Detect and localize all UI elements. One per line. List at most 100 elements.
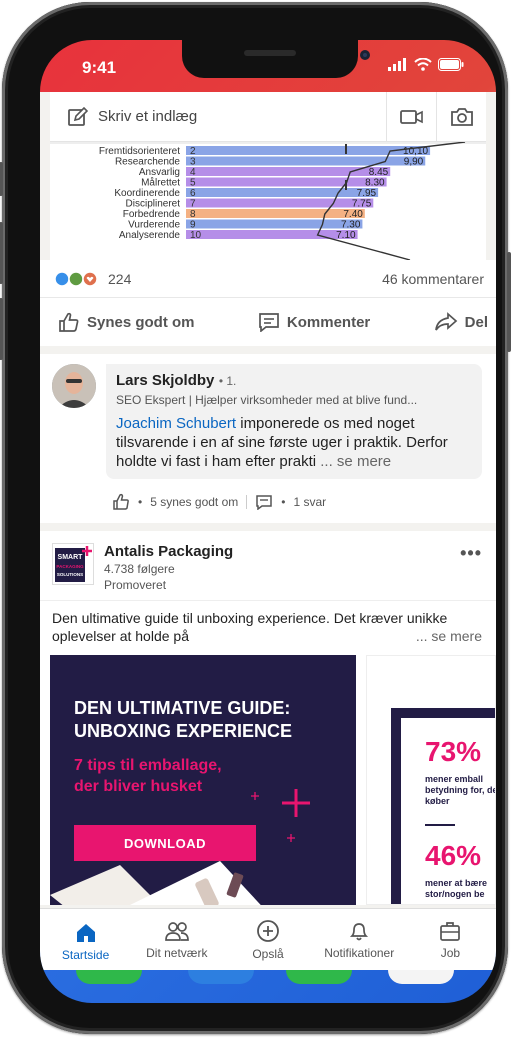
comment-replies[interactable]: 1 svar [293, 495, 326, 509]
comment-button[interactable]: Kommenter [258, 312, 370, 332]
share-button[interactable]: Del [434, 312, 488, 332]
mute-switch [0, 162, 3, 196]
see-more-link[interactable]: ... se mere [416, 627, 482, 645]
sponsored-post: SMART PACKAGING SOLUTIONS Antalis Packag… [40, 531, 496, 905]
image-carousel[interactable]: DEN ULTIMATIVE GUIDE: UNBOXING EXPERIENC… [40, 655, 496, 905]
chart-bar [186, 219, 363, 229]
write-post-field[interactable]: Skriv et indlæg [50, 106, 386, 127]
share-label: Del [464, 313, 488, 331]
stat-percent-1: 73% [425, 736, 482, 767]
stat-text-2: mener at bære stor/nogen be [425, 878, 488, 899]
smart-packaging-logo: SMART PACKAGING SOLUTIONS [55, 546, 92, 582]
video-icon [399, 109, 423, 124]
follower-count: 4.738 følgere [104, 562, 175, 576]
comment-author-headline: SEO Ekspert | Hjælper virksomheder med a… [116, 393, 418, 407]
avatar[interactable] [52, 364, 96, 408]
chart-bar [186, 188, 379, 197]
slide-title: DEN ULTIMATIVE GUIDE: UNBOXING EXPERIENC… [74, 697, 292, 743]
chart-category-label: Disciplineret [126, 199, 181, 210]
chart-category-label: Koordinerende [114, 188, 180, 199]
comment-author[interactable]: Lars Skjoldby [116, 372, 214, 389]
carousel-slide-2[interactable]: 73% mener emball betydning for, de køber… [366, 655, 496, 905]
bullet: • [138, 495, 143, 509]
power-button [507, 252, 511, 352]
booklet-images [50, 861, 261, 905]
stat-text-1: mener emball betydning for, de køber [425, 774, 496, 806]
tab-notifications[interactable]: Notifikationer [314, 909, 405, 970]
company-logo[interactable]: SMART PACKAGING SOLUTIONS [52, 543, 94, 585]
mention-link[interactable]: Joachim Schubert [116, 415, 236, 432]
comment-bubble[interactable]: Lars Skjoldby • 1. SEO Ekspert | Hjælper… [106, 364, 482, 479]
status-icons [388, 58, 464, 71]
bottom-tab-bar: Startside Dit netværk Opslå Notifikation… [40, 908, 496, 970]
tab-label: Job [440, 945, 461, 960]
dock-app-icon [188, 970, 254, 984]
thumbs-up-icon [59, 312, 79, 332]
volume-up-button [0, 222, 3, 284]
post-icon [257, 919, 279, 942]
slide-subtitle-line: 7 tips til emballage, [74, 757, 222, 774]
svg-text:SOLUTIONS: SOLUTIONS [57, 572, 83, 577]
chart-value-label: 8.45 [369, 167, 389, 178]
share-icon [434, 312, 457, 331]
comment-text: Joachim Schubert imponerede os med noget… [116, 414, 472, 471]
chart-value-label: 7.75 [352, 199, 372, 210]
comment-card: Lars Skjoldby • 1. SEO Ekspert | Hjælper… [40, 354, 496, 523]
comment-meta: • 5 synes godt om • 1 svar [40, 487, 496, 523]
comments-count[interactable]: 46 kommentarer [382, 271, 484, 287]
chart-rank-label: 10 [190, 230, 202, 241]
connection-degree: • 1. [218, 374, 237, 388]
reply-icon[interactable] [255, 494, 273, 510]
chart-value-label: 8.30 [365, 178, 385, 189]
reaction-summary[interactable]: 224 [54, 271, 131, 287]
chart-rank-label: 3 [190, 157, 196, 168]
chart-bar [186, 209, 365, 218]
tab-network[interactable]: Dit netværk [131, 909, 222, 970]
tab-post[interactable]: Opslå [222, 909, 313, 970]
chart-value-label: 9,90 [404, 157, 424, 168]
bar-chart: Fremtidsorienteret 2 10,10Researchende 3 9,9… [50, 142, 486, 260]
chart-bar [186, 230, 358, 239]
post-image-chart[interactable]: Fremtidsorienteret 2 10,10 Researchende 3 9,9… [40, 142, 496, 260]
svg-text:PACKAGING: PACKAGING [56, 564, 84, 569]
chart-rank-label: 8 [190, 209, 196, 220]
dock-app-icon [388, 970, 454, 984]
tab-label: Startside [61, 947, 110, 962]
company-name[interactable]: Antalis Packaging [104, 543, 233, 560]
tab-jobs[interactable]: Job [405, 909, 496, 970]
chart-value-label: 7.40 [343, 209, 363, 220]
video-button[interactable] [386, 92, 436, 142]
speaker [244, 50, 296, 56]
slide-title-line: DEN ULTIMATIVE GUIDE: [74, 698, 291, 718]
camera-button[interactable] [436, 92, 486, 142]
chart-rank-label: 5 [190, 178, 196, 189]
carousel-slide-1[interactable]: DEN ULTIMATIVE GUIDE: UNBOXING EXPERIENC… [50, 655, 356, 905]
bullet: • [281, 495, 286, 509]
divider [246, 495, 248, 509]
chart-rank-label: 9 [190, 220, 196, 231]
ad-text: Den ultimative guide til unboxing experi… [40, 600, 496, 655]
reactions-bar: 224 46 kommentarer [40, 260, 496, 298]
camera-icon [450, 107, 473, 126]
comment-label: Kommenter [286, 313, 371, 331]
chart-category-label: Researchende [115, 157, 180, 168]
comment-likes[interactable]: 5 synes godt om [150, 495, 238, 509]
svg-text:SMART: SMART [58, 554, 84, 561]
ad-body: Den ultimative guide til unboxing experi… [52, 610, 448, 644]
status-time: 9:41 [82, 58, 117, 77]
bell-icon [350, 922, 369, 940]
see-more-link[interactable]: ... se mere [320, 453, 391, 470]
plus-decoration-icon [282, 789, 310, 817]
reaction-icons [54, 270, 98, 287]
like-button[interactable]: Synes godt om [58, 311, 195, 333]
thumbs-up-icon[interactable] [112, 493, 130, 511]
chart-bar [186, 198, 374, 208]
more-options-icon[interactable]: ••• [460, 543, 482, 564]
plus-decoration-icon [287, 834, 295, 842]
composer-placeholder: Skriv et indlæg [98, 108, 198, 125]
tab-home[interactable]: Startside [40, 909, 131, 970]
phone-frame: 9:41 Skriv et indlæg Fremtidsorienteret … [0, 2, 511, 1034]
chart-rank-label: 4 [190, 167, 196, 178]
slide-subtitle-line: der bliver husket [74, 778, 203, 795]
network-icon [164, 921, 189, 941]
